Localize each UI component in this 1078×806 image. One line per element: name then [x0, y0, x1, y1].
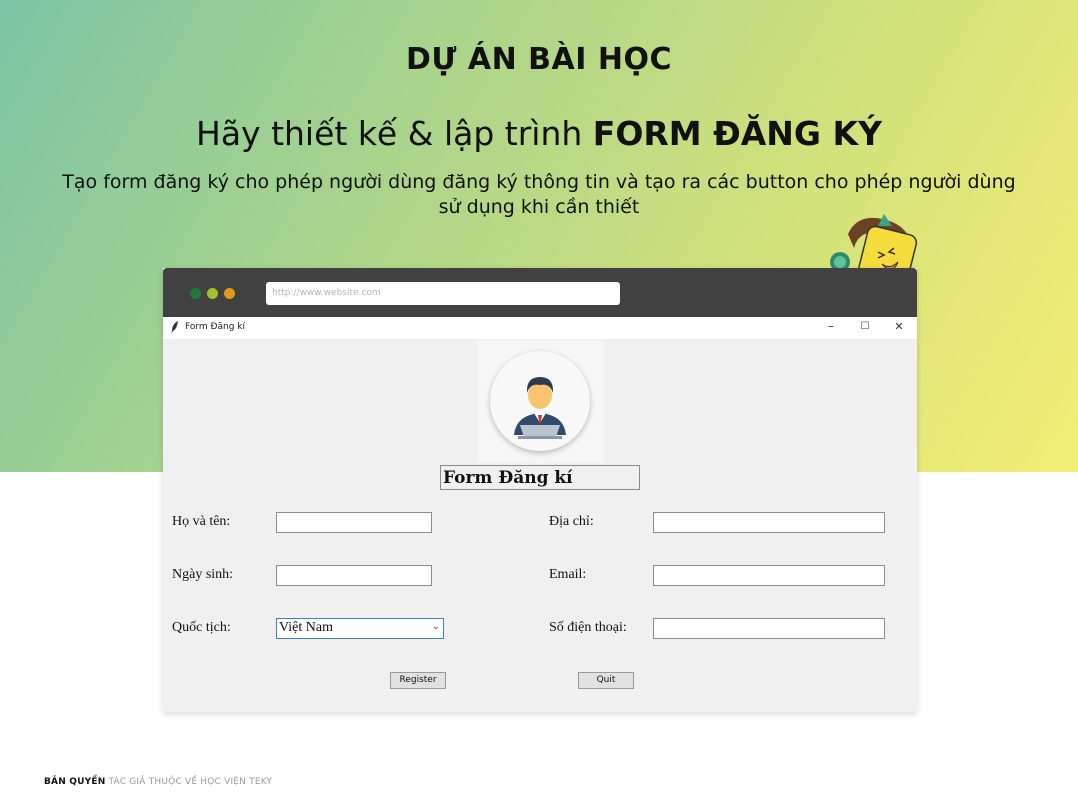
close-icon[interactable]: ✕	[891, 320, 907, 333]
email-label: Email:	[549, 567, 587, 582]
user-laptop-icon	[514, 377, 566, 439]
avatar-circle	[490, 351, 590, 451]
address-label: Địa chỉ:	[549, 514, 594, 529]
browser-mockup: http://www.website.com Form Đăng kí – ☐ …	[163, 268, 917, 712]
footer-text: TÁC GIẢ THUỘC VỀ HỌC VIỆN TEKY	[105, 777, 273, 787]
form-heading: Form Đăng kí	[440, 465, 640, 490]
nationality-select[interactable]: Việt Nam ⌄	[276, 618, 444, 639]
quit-button[interactable]: Quit	[578, 672, 634, 689]
feather-icon	[171, 321, 178, 334]
window-close-dot-icon[interactable]	[190, 288, 201, 299]
window-minimize-dot-icon[interactable]	[207, 288, 218, 299]
project-label: DỰ ÁN BÀI HỌC	[406, 42, 672, 77]
phone-label: Số điện thoại:	[549, 620, 627, 635]
email-input[interactable]	[653, 565, 885, 586]
footer-bold: BẢN QUYỀN	[44, 777, 106, 787]
address-input[interactable]	[653, 512, 885, 533]
phone-input[interactable]	[653, 618, 885, 639]
headline-regular: Hãy thiết kế & lập trình	[196, 114, 593, 153]
minimize-icon[interactable]: –	[823, 319, 839, 333]
full-name-label: Họ và tên:	[172, 514, 231, 529]
register-button[interactable]: Register	[390, 672, 446, 689]
window-maximize-dot-icon[interactable]	[224, 288, 235, 299]
nationality-selected-value: Việt Nam	[279, 620, 333, 635]
url-bar[interactable]: http://www.website.com	[266, 282, 620, 305]
full-name-input[interactable]	[276, 512, 432, 533]
browser-toolbar: http://www.website.com	[163, 268, 917, 317]
copyright-footer: BẢN QUYỀN TÁC GIẢ THUỘC VỀ HỌC VIỆN TEKY	[44, 777, 272, 787]
app-titlebar: Form Đăng kí – ☐ ✕	[163, 317, 917, 339]
headline: Hãy thiết kế & lập trình FORM ĐĂNG KÝ	[0, 114, 1078, 153]
maximize-icon[interactable]: ☐	[857, 321, 873, 332]
headline-bold: FORM ĐĂNG KÝ	[592, 114, 882, 153]
avatar-image	[478, 341, 604, 463]
birth-date-input[interactable]	[276, 565, 432, 586]
chevron-down-icon[interactable]: ⌄	[432, 621, 440, 632]
window-title: Form Đăng kí	[185, 322, 246, 332]
birth-date-label: Ngày sinh:	[172, 567, 234, 582]
nationality-label: Quốc tịch:	[172, 620, 231, 635]
